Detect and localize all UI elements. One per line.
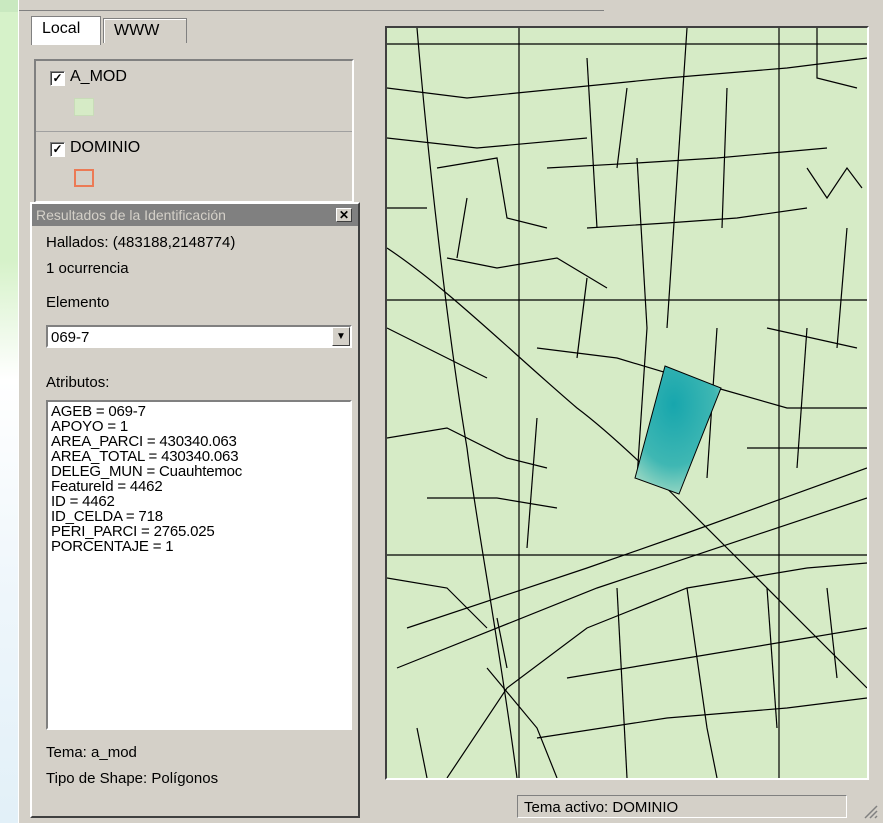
element-label: Elemento	[46, 294, 110, 311]
layer-fill-swatch	[74, 98, 94, 116]
attribute-row: AGEB = 069-7	[51, 403, 146, 420]
identify-panel-title: Resultados de la Identificación	[36, 207, 226, 223]
gis-application-window: Local WWW ✓ A_MOD ✓ DOMINIO Resultados d…	[18, 0, 883, 823]
attribute-row: ID_CELDA = 718	[51, 508, 163, 525]
attributes-label: Atributos:	[46, 374, 110, 391]
layer-name: A_MOD	[70, 68, 127, 85]
layer-item-a-mod[interactable]: ✓ A_MOD	[36, 61, 352, 131]
attribute-row: APOYO = 1	[51, 418, 128, 435]
attributes-list[interactable]: AGEB = 069-7 APOYO = 1 AREA_PARCI = 4303…	[46, 400, 352, 730]
tab-www[interactable]: WWW	[103, 18, 187, 43]
attribute-row: AREA_PARCI = 430340.063	[51, 433, 237, 450]
map-view[interactable]	[385, 26, 869, 780]
dropdown-arrow-icon[interactable]: ▼	[332, 327, 350, 346]
attribute-row: AREA_TOTAL = 430340.063	[51, 448, 239, 465]
attribute-row: PERI_PARCI = 2765.025	[51, 523, 215, 540]
identify-panel-titlebar[interactable]: Resultados de la Identificación ✕	[32, 204, 358, 226]
attribute-row: FeatureId = 4462	[51, 478, 163, 495]
layer-visibility-checkbox[interactable]: ✓	[50, 142, 65, 157]
close-icon[interactable]: ✕	[336, 208, 352, 222]
attribute-row: PORCENTAJE = 1	[51, 538, 174, 555]
resize-grip-icon[interactable]	[862, 803, 878, 819]
found-coordinates: Hallados: (483188,2148774)	[46, 234, 236, 251]
element-select-value: 069-7	[51, 329, 90, 346]
active-theme-status: Tema activo: DOMINIO	[517, 795, 847, 818]
identify-results-panel: Resultados de la Identificación ✕ Hallad…	[30, 202, 360, 818]
element-select[interactable]: 069-7 ▼	[46, 325, 352, 348]
layer-list: ✓ A_MOD ✓ DOMINIO	[34, 59, 354, 203]
layer-visibility-checkbox[interactable]: ✓	[50, 71, 65, 86]
occurrence-count: 1 ocurrencia	[46, 260, 129, 277]
status-bar: Tema activo: DOMINIO	[19, 795, 883, 823]
attribute-row: DELEG_MUN = Cuauhtemoc	[51, 463, 243, 480]
layer-name: DOMINIO	[70, 139, 141, 156]
map-canvas[interactable]	[387, 28, 867, 778]
layer-outline-swatch	[74, 169, 94, 187]
top-toolbar-edge	[19, 0, 604, 11]
shape-type-label: Tipo de Shape: Polígonos	[46, 770, 219, 787]
map-background	[387, 28, 867, 778]
tab-local[interactable]: Local	[31, 16, 101, 45]
attribute-row: ID = 4462	[51, 493, 115, 510]
layer-item-dominio[interactable]: ✓ DOMINIO	[36, 131, 352, 202]
theme-label: Tema: a_mod	[46, 744, 137, 761]
